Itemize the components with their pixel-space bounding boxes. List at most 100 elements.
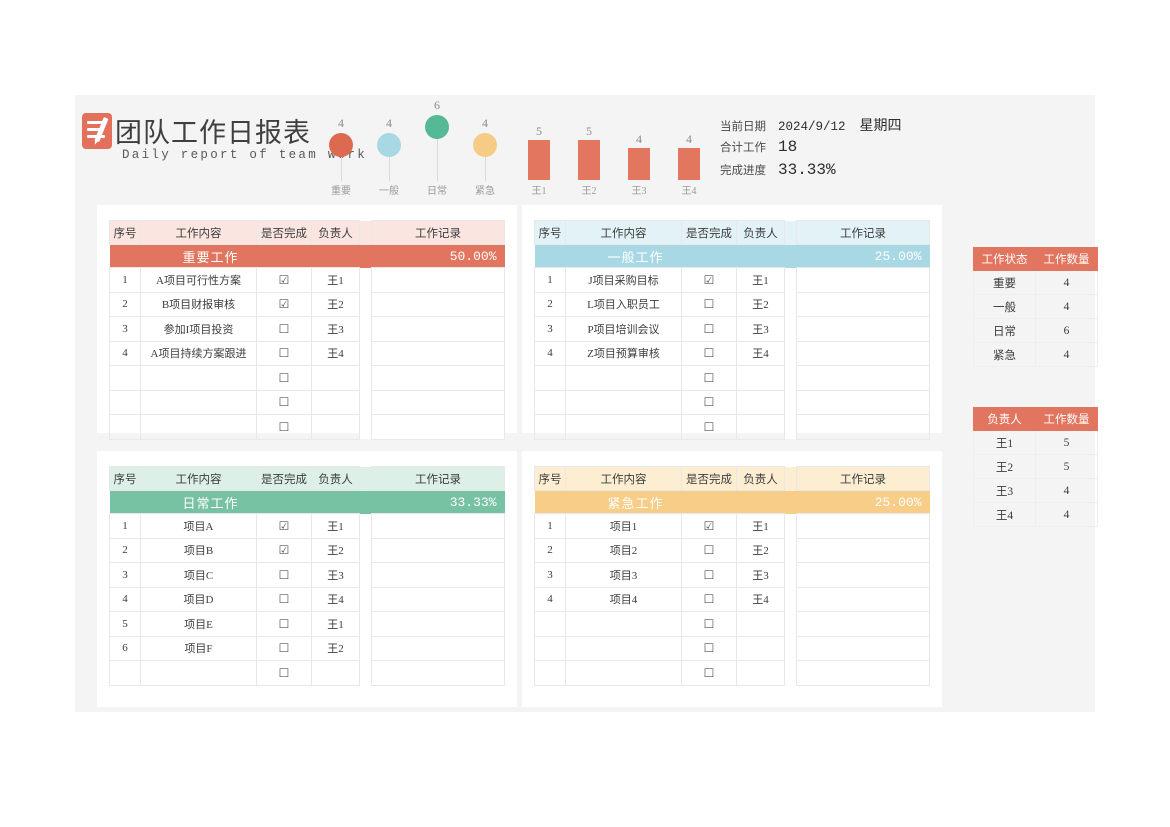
cell-task[interactable] xyxy=(565,660,682,686)
cell-checkbox[interactable]: ☑ xyxy=(681,513,737,539)
cell-checkbox[interactable]: ☑ xyxy=(256,291,312,317)
cell-record[interactable] xyxy=(371,267,505,293)
table-row[interactable]: 2 项目2 ☐ 王2 xyxy=(534,537,930,563)
cell-checkbox[interactable]: ☐ xyxy=(681,562,737,588)
table-row[interactable]: ☐ xyxy=(109,389,505,415)
table-row[interactable]: 1 A项目可行性方案 ☑ 王1 xyxy=(109,267,505,293)
cell-checkbox[interactable]: ☐ xyxy=(681,340,737,366)
table-row[interactable]: 1 项目A ☑ 王1 xyxy=(109,513,505,539)
cell-owner[interactable]: 王2 xyxy=(311,291,360,317)
cell-checkbox[interactable]: ☐ xyxy=(681,365,737,391)
table-row[interactable]: 4 Z项目预算审核 ☐ 王4 xyxy=(534,340,930,366)
cell-owner[interactable]: 王4 xyxy=(736,340,785,366)
cell-record[interactable] xyxy=(796,340,930,366)
cell-record[interactable] xyxy=(371,562,505,588)
cell-checkbox[interactable]: ☑ xyxy=(256,537,312,563)
cell-record[interactable] xyxy=(371,635,505,661)
cell-owner[interactable]: 王3 xyxy=(736,316,785,342)
cell-owner[interactable]: 王2 xyxy=(311,635,360,661)
cell-checkbox[interactable]: ☐ xyxy=(256,389,312,415)
cell-owner[interactable]: 王2 xyxy=(311,537,360,563)
cell-owner[interactable]: 王1 xyxy=(736,267,785,293)
cell-record[interactable] xyxy=(796,389,930,415)
cell-task[interactable]: 项目1 xyxy=(565,513,682,539)
cell-checkbox[interactable]: ☐ xyxy=(681,611,737,637)
cell-owner[interactable] xyxy=(736,635,785,661)
table-row[interactable]: 3 项目3 ☐ 王3 xyxy=(534,562,930,588)
cell-record[interactable] xyxy=(796,365,930,391)
table-row[interactable]: 3 参加I项目投资 ☐ 王3 xyxy=(109,316,505,342)
cell-task[interactable] xyxy=(140,365,257,391)
cell-owner[interactable] xyxy=(736,611,785,637)
table-row[interactable]: 6 项目F ☐ 王2 xyxy=(109,635,505,661)
cell-record[interactable] xyxy=(371,365,505,391)
cell-checkbox[interactable]: ☐ xyxy=(681,389,737,415)
cell-task[interactable]: L项目入职员工 xyxy=(565,291,682,317)
cell-task[interactable]: 项目E xyxy=(140,611,257,637)
cell-owner[interactable]: 王3 xyxy=(311,562,360,588)
table-row[interactable]: ☐ xyxy=(534,635,930,661)
cell-task[interactable]: J项目采购目标 xyxy=(565,267,682,293)
cell-owner[interactable]: 王1 xyxy=(311,611,360,637)
cell-checkbox[interactable]: ☐ xyxy=(681,537,737,563)
table-row[interactable]: 2 L项目入职员工 ☐ 王2 xyxy=(534,291,930,317)
table-row[interactable]: 1 项目1 ☑ 王1 xyxy=(534,513,930,539)
table-row[interactable]: 4 项目D ☐ 王4 xyxy=(109,586,505,612)
cell-checkbox[interactable]: ☐ xyxy=(681,414,737,440)
cell-checkbox[interactable]: ☑ xyxy=(256,267,312,293)
cell-record[interactable] xyxy=(796,635,930,661)
cell-checkbox[interactable]: ☐ xyxy=(681,316,737,342)
table-row[interactable]: 3 项目C ☐ 王3 xyxy=(109,562,505,588)
cell-checkbox[interactable]: ☐ xyxy=(256,586,312,612)
table-row[interactable]: 2 B项目财报审核 ☑ 王2 xyxy=(109,291,505,317)
cell-task[interactable] xyxy=(140,414,257,440)
table-row[interactable]: ☐ xyxy=(534,414,930,440)
table-row[interactable]: ☐ xyxy=(109,414,505,440)
cell-record[interactable] xyxy=(371,316,505,342)
cell-task[interactable]: Z项目预算审核 xyxy=(565,340,682,366)
cell-checkbox[interactable]: ☐ xyxy=(681,586,737,612)
cell-checkbox[interactable]: ☐ xyxy=(256,414,312,440)
cell-checkbox[interactable]: ☑ xyxy=(681,267,737,293)
cell-owner[interactable]: 王3 xyxy=(311,316,360,342)
cell-owner[interactable] xyxy=(736,414,785,440)
cell-record[interactable] xyxy=(371,537,505,563)
cell-checkbox[interactable]: ☐ xyxy=(256,660,312,686)
cell-owner[interactable] xyxy=(311,389,360,415)
table-row[interactable]: 4 项目4 ☐ 王4 xyxy=(534,586,930,612)
table-row[interactable]: ☐ xyxy=(534,611,930,637)
table-row[interactable]: ☐ xyxy=(534,365,930,391)
cell-record[interactable] xyxy=(371,389,505,415)
cell-task[interactable] xyxy=(565,365,682,391)
cell-record[interactable] xyxy=(796,562,930,588)
cell-owner[interactable]: 王4 xyxy=(736,586,785,612)
cell-owner[interactable]: 王1 xyxy=(736,513,785,539)
cell-task[interactable]: P项目培训会议 xyxy=(565,316,682,342)
cell-owner[interactable] xyxy=(736,365,785,391)
cell-task[interactable]: 项目D xyxy=(140,586,257,612)
cell-task[interactable] xyxy=(565,635,682,661)
table-row[interactable]: 3 P项目培训会议 ☐ 王3 xyxy=(534,316,930,342)
cell-task[interactable]: B项目财报审核 xyxy=(140,291,257,317)
cell-record[interactable] xyxy=(371,611,505,637)
table-row[interactable]: ☐ xyxy=(534,389,930,415)
table-row[interactable]: ☐ xyxy=(109,660,505,686)
cell-task[interactable]: 项目A xyxy=(140,513,257,539)
cell-task[interactable] xyxy=(140,389,257,415)
cell-owner[interactable]: 王2 xyxy=(736,537,785,563)
cell-checkbox[interactable]: ☐ xyxy=(256,316,312,342)
cell-record[interactable] xyxy=(796,291,930,317)
cell-checkbox[interactable]: ☐ xyxy=(256,340,312,366)
cell-checkbox[interactable]: ☐ xyxy=(256,365,312,391)
cell-owner[interactable]: 王1 xyxy=(311,267,360,293)
table-row[interactable]: 2 项目B ☑ 王2 xyxy=(109,537,505,563)
cell-owner[interactable] xyxy=(311,414,360,440)
cell-record[interactable] xyxy=(796,586,930,612)
cell-checkbox[interactable]: ☐ xyxy=(256,635,312,661)
cell-task[interactable]: A项目持续方案跟进 xyxy=(140,340,257,366)
cell-owner[interactable]: 王3 xyxy=(736,562,785,588)
cell-record[interactable] xyxy=(796,611,930,637)
cell-record[interactable] xyxy=(371,660,505,686)
cell-checkbox[interactable]: ☐ xyxy=(256,611,312,637)
cell-record[interactable] xyxy=(371,586,505,612)
